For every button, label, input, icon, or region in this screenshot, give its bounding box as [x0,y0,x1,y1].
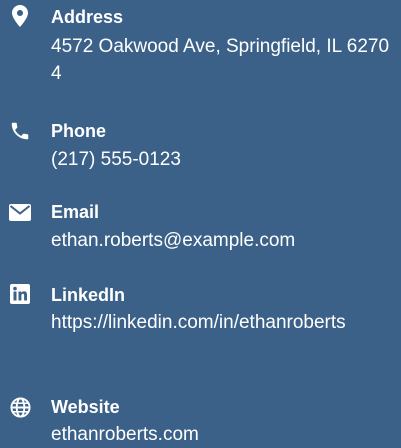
contact-label-website: Website [51,397,120,417]
linkedin-icon [8,282,32,306]
contact-label-address: Address [51,7,124,27]
contact-item-linkedin: LinkedIn https://linkedin.com/in/ethanro… [0,284,401,374]
contact-item-phone: Phone (217) 555-0123 [0,120,401,180]
contact-value-phone: (217) 555-0123 [51,149,181,170]
contact-list: Address 4572 Oakwood Ave, Springfield, I… [0,0,401,448]
phone-icon [8,119,32,143]
contact-label-linkedin: LinkedIn [51,285,126,305]
contact-value-address: 4572 Oakwood Ave, Springfield, IL 62704 [51,36,390,84]
contact-value-website[interactable]: ethanroberts.com [51,421,396,448]
map-pin-icon [8,4,32,28]
contact-value-linkedin[interactable]: https://linkedin.com/in/ethanroberts [51,309,396,336]
envelope-icon [8,200,32,224]
globe-icon [8,395,32,419]
contact-value-email: ethan.roberts@example.com [51,230,296,251]
contact-item-website: Website ethanroberts.com [0,396,401,448]
contact-item-email: Email ethan.roberts@example.com [0,201,401,261]
contact-item-address: Address 4572 Oakwood Ave, Springfield, I… [0,4,401,96]
contact-label-phone: Phone [51,121,107,141]
contact-label-email: Email [51,202,100,222]
